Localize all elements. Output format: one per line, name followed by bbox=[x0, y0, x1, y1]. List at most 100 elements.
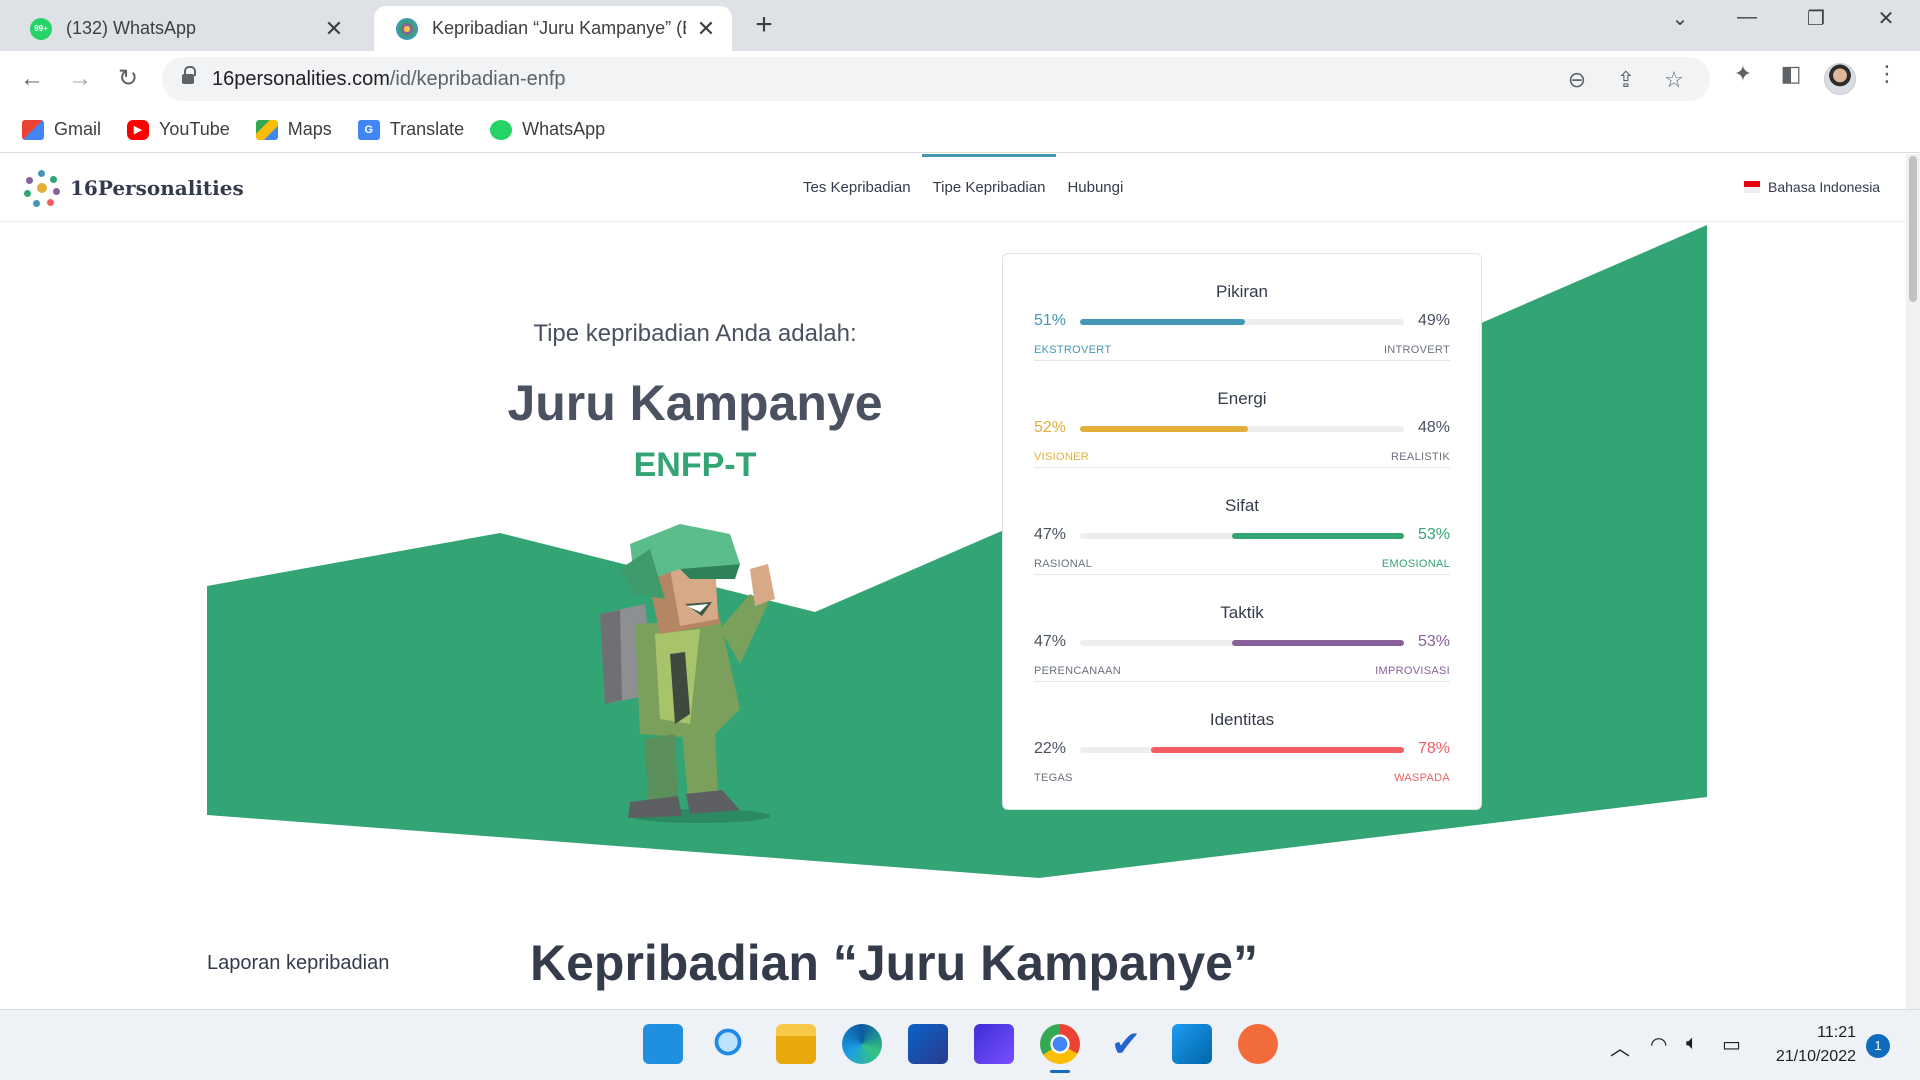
bookmark-maps[interactable]: Maps bbox=[255, 119, 332, 140]
taskbar: ✔ ︿ ◠ 🔈︎ ▭ 11:21 21/10/2022 1 bbox=[0, 1009, 1920, 1080]
app-orange-icon[interactable] bbox=[1238, 1024, 1278, 1064]
trait-name: Taktik bbox=[1220, 603, 1264, 622]
bookmark-translate[interactable]: G Translate bbox=[357, 119, 465, 140]
scrollbar-thumb[interactable] bbox=[1909, 156, 1917, 302]
tab-16personalities[interactable]: Kepribadian “Juru Kampanye” (EN ✕ bbox=[374, 6, 732, 51]
bookmark-label: YouTube bbox=[159, 119, 230, 139]
trait-bar-fill bbox=[1232, 533, 1404, 539]
trait-left-label: RASIONAL bbox=[1034, 558, 1093, 570]
trait-bar bbox=[1080, 426, 1404, 432]
menu-icon[interactable]: ⋮ bbox=[1872, 61, 1902, 87]
vscode-icon[interactable] bbox=[1172, 1024, 1212, 1064]
traits-card: Pikiran 51% 49% EKSTROVERT INTROVERT Ene… bbox=[1002, 253, 1482, 810]
tab-search-icon[interactable]: ⌄ bbox=[1660, 6, 1700, 31]
bookmark-label: WhatsApp bbox=[522, 119, 606, 139]
trait-name: Pikiran bbox=[1216, 282, 1268, 301]
trait-right-percent: 78% bbox=[1417, 740, 1450, 757]
chrome-icon[interactable] bbox=[1040, 1024, 1080, 1064]
trait-nature: Sifat 47% 53% RASIONAL EMOSIONAL bbox=[1034, 468, 1450, 575]
site-logo[interactable]: 16Personalities bbox=[22, 168, 244, 208]
address-bar[interactable]: 16personalities.com/id/kepribadian-enfp … bbox=[162, 57, 1710, 101]
trait-bar bbox=[1080, 319, 1404, 325]
bookmark-label: Translate bbox=[389, 119, 465, 139]
bookmark-label: Gmail bbox=[54, 119, 102, 139]
bookmark-whatsapp[interactable]: WhatsApp bbox=[490, 119, 605, 140]
windows-start-icon[interactable] bbox=[643, 1024, 683, 1064]
page-scrollbar[interactable] bbox=[1906, 154, 1920, 1009]
search-icon[interactable] bbox=[710, 1024, 750, 1064]
lock-icon[interactable] bbox=[182, 66, 196, 86]
tab-whatsapp[interactable]: 99+ (132) WhatsApp ✕ bbox=[8, 6, 360, 51]
url-domain: 16personalities.com bbox=[212, 67, 390, 90]
close-icon[interactable]: ✕ bbox=[322, 16, 346, 42]
close-icon[interactable]: ✕ bbox=[694, 16, 718, 42]
bookmark-star-icon[interactable]: ☆ bbox=[1659, 67, 1689, 93]
volume-icon[interactable]: 🔈︎ bbox=[1686, 1032, 1698, 1055]
reload-button[interactable]: ↻ bbox=[110, 61, 146, 97]
whatsapp-icon bbox=[490, 119, 513, 140]
youtube-icon: ▶ bbox=[127, 119, 150, 140]
trait-right-percent: 48% bbox=[1417, 419, 1450, 436]
store-icon[interactable] bbox=[908, 1024, 948, 1064]
16personalities-icon bbox=[396, 17, 418, 40]
trait-right-label: WASPADA bbox=[1394, 772, 1450, 784]
url-text: 16personalities.com/id/kepribadian-enfp bbox=[212, 68, 566, 91]
logo-mark-icon bbox=[22, 168, 62, 208]
zoom-icon[interactable]: ⊖ bbox=[1562, 67, 1592, 93]
file-explorer-icon[interactable] bbox=[776, 1024, 816, 1064]
web-page: 16Personalities Tes Kepribadian Tipe Kep… bbox=[0, 154, 1920, 1009]
trait-left-label: PERENCANAAN bbox=[1034, 665, 1122, 677]
restore-button[interactable]: ❐ bbox=[1796, 6, 1836, 31]
trait-bar-fill bbox=[1232, 640, 1404, 646]
trait-identity: Identitas 22% 78% TEGAS WASPADA bbox=[1034, 682, 1450, 789]
trait-right-label: IMPROVISASI bbox=[1375, 665, 1450, 677]
minimize-button[interactable]: — bbox=[1727, 6, 1767, 29]
battery-icon[interactable]: ▭ bbox=[1722, 1032, 1741, 1057]
trait-left-percent: 51% bbox=[1034, 312, 1067, 329]
trait-energy: Energi 52% 48% VISIONER REALISTIK bbox=[1034, 361, 1450, 468]
trait-left-percent: 47% bbox=[1034, 633, 1067, 650]
tab-title: (132) WhatsApp bbox=[66, 18, 197, 38]
bookmarks-bar: Gmail ▶ YouTube Maps G Translate WhatsApp bbox=[0, 107, 1920, 153]
green-mountain-shape bbox=[207, 225, 1707, 878]
trait-right-label: INTROVERT bbox=[1383, 344, 1450, 356]
main-nav: Tes Kepribadian Tipe Kepribadian Hubungi bbox=[792, 154, 1134, 222]
chevron-up-icon[interactable]: ︿ bbox=[1610, 1032, 1630, 1061]
bookmark-youtube[interactable]: ▶ YouTube bbox=[127, 119, 230, 140]
trait-right-percent: 53% bbox=[1417, 526, 1450, 543]
wifi-icon[interactable]: ◠ bbox=[1650, 1032, 1667, 1057]
type-subtitle: Tipe kepribadian Anda adalah: bbox=[533, 320, 857, 347]
forward-button[interactable]: → bbox=[62, 61, 98, 97]
nav-tes-kepribadian[interactable]: Tes Kepribadian bbox=[792, 154, 922, 222]
report-section-label[interactable]: Laporan kepribadian bbox=[207, 952, 389, 975]
trait-name: Sifat bbox=[1224, 496, 1260, 515]
logo-text: 16Personalities bbox=[70, 176, 244, 200]
app-icon[interactable] bbox=[974, 1024, 1014, 1064]
close-window-button[interactable]: ✕ bbox=[1866, 6, 1906, 31]
bookmark-gmail[interactable]: Gmail bbox=[22, 119, 101, 140]
back-button[interactable]: ← bbox=[14, 61, 50, 97]
trait-right-percent: 49% bbox=[1417, 312, 1450, 329]
nav-hubungi[interactable]: Hubungi bbox=[1056, 154, 1134, 222]
side-panel-icon[interactable]: ◧ bbox=[1776, 61, 1806, 87]
extensions-icon[interactable]: ✦ bbox=[1728, 61, 1758, 87]
profile-avatar[interactable] bbox=[1824, 63, 1856, 95]
type-code: ENFP-T bbox=[633, 446, 757, 484]
notification-badge[interactable]: 1 bbox=[1866, 1034, 1890, 1058]
todo-icon[interactable]: ✔ bbox=[1106, 1024, 1146, 1064]
trait-name: Energi bbox=[1217, 389, 1267, 408]
new-tab-button[interactable]: + bbox=[748, 8, 780, 42]
edge-icon[interactable] bbox=[842, 1024, 882, 1064]
trait-left-label: TEGAS bbox=[1034, 772, 1073, 784]
system-clock[interactable]: 11:21 21/10/2022 bbox=[1762, 1021, 1856, 1069]
indonesia-flag-icon bbox=[1744, 181, 1760, 193]
url-path: /id/kepribadian-enfp bbox=[389, 67, 566, 90]
trait-bar bbox=[1080, 533, 1404, 539]
nav-tipe-kepribadian[interactable]: Tipe Kepribadian bbox=[921, 154, 1057, 222]
browser-toolbar: ← → ↻ 16personalities.com/id/kepribadian… bbox=[0, 51, 1920, 107]
share-icon[interactable]: ⇪ bbox=[1611, 67, 1641, 93]
trait-left-label: VISIONER bbox=[1034, 451, 1089, 463]
language-selector[interactable]: Bahasa Indonesia bbox=[1744, 179, 1880, 195]
site-header: 16Personalities Tes Kepribadian Tipe Kep… bbox=[0, 154, 1906, 222]
trait-mind: Pikiran 51% 49% EKSTROVERT INTROVERT bbox=[1034, 254, 1450, 361]
